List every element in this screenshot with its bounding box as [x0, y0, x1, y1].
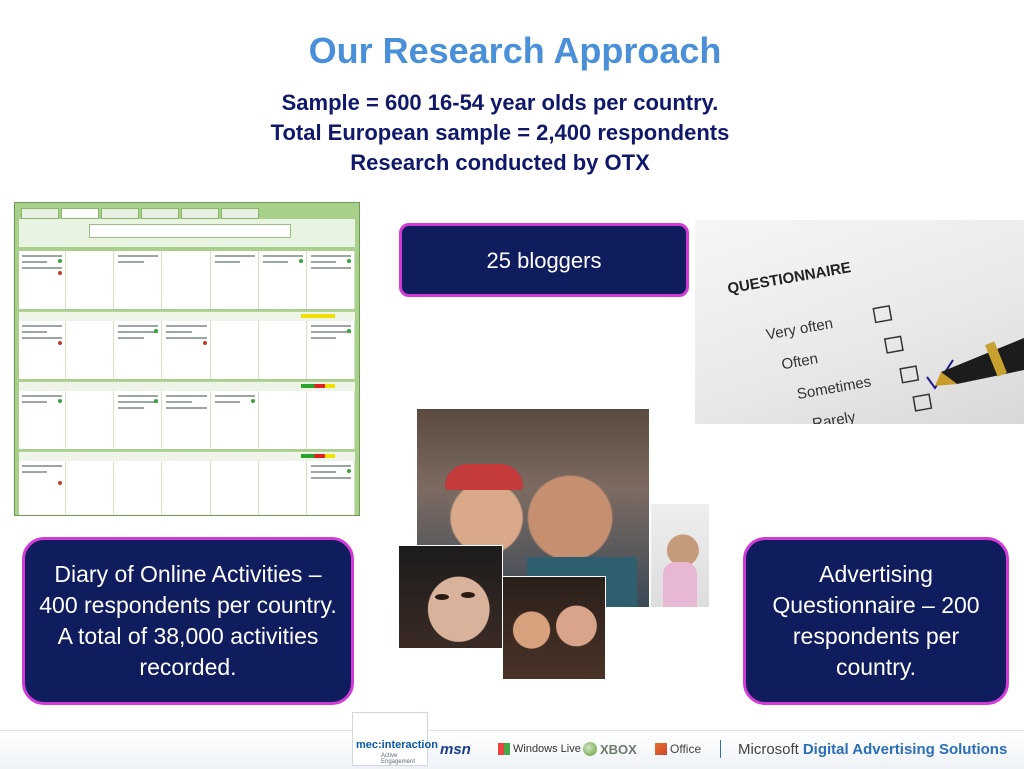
xbox-text: XBOX: [600, 741, 637, 757]
windows-live-logo: Windows Live: [498, 738, 581, 760]
subtitle-line: Total European sample = 2,400 respondent…: [270, 120, 730, 145]
page-title: Our Research Approach: [308, 30, 722, 71]
couple-photo: [502, 576, 606, 680]
xbox-logo: XBOX: [583, 738, 637, 760]
questionnaire-drawing: QUESTIONNAIRE Very often Often Sometimes…: [726, 259, 1024, 424]
diary-week: [19, 391, 355, 449]
subtitle-line: Research conducted by OTX: [350, 150, 650, 175]
mec-logo-text: mec:interaction: [356, 739, 438, 751]
diary-tabs: [21, 208, 259, 219]
diary-callout: Diary of Online Activities – 400 respond…: [22, 537, 354, 705]
microsoft-das-logo: Microsoft Digital Advertising Solutions: [738, 738, 1007, 760]
das-text: Digital Advertising Solutions: [802, 740, 1008, 758]
msn-logo: msn: [440, 740, 471, 758]
office-logo: Office: [655, 738, 701, 760]
questionnaire-heading: QUESTIONNAIRE: [726, 259, 852, 297]
questionnaire-option: Often: [780, 350, 819, 373]
diary-screenshot-image: [14, 202, 360, 516]
questionnaire-option: Rarely: [811, 408, 857, 424]
diary-toolbar: [19, 219, 355, 247]
questionnaire-option: Very often: [765, 315, 834, 343]
pen-icon: [935, 338, 1024, 386]
subtitle-line: Sample = 600 16-54 year olds per country…: [281, 90, 719, 115]
questionnaire-image: QUESTIONNAIRE Very often Often Sometimes…: [695, 220, 1024, 424]
office-icon: [655, 743, 667, 755]
microsoft-text: Microsoft: [738, 740, 799, 758]
subtitle-block: Sample = 600 16-54 year olds per country…: [0, 88, 1000, 178]
mec-logo-tagline: Active Engagement: [381, 753, 416, 765]
diary-week: [19, 321, 355, 379]
xbox-sphere-icon: [583, 742, 597, 756]
bloggers-callout: 25 bloggers: [399, 223, 689, 297]
child-photo: [650, 503, 710, 608]
logo-divider: [720, 740, 721, 758]
questionnaire-option: Sometimes: [796, 373, 873, 403]
windows-flag-icon: [498, 743, 510, 755]
diary-week: [19, 251, 355, 309]
windows-live-text: Windows Live: [513, 743, 581, 755]
office-text: Office: [670, 742, 702, 756]
diary-week: [19, 461, 355, 515]
advertising-callout: Advertising Questionnaire – 200 responde…: [743, 537, 1009, 705]
mec-interaction-logo: mec:interaction Active Engagement: [352, 712, 438, 766]
woman-portrait-photo: [398, 545, 503, 649]
